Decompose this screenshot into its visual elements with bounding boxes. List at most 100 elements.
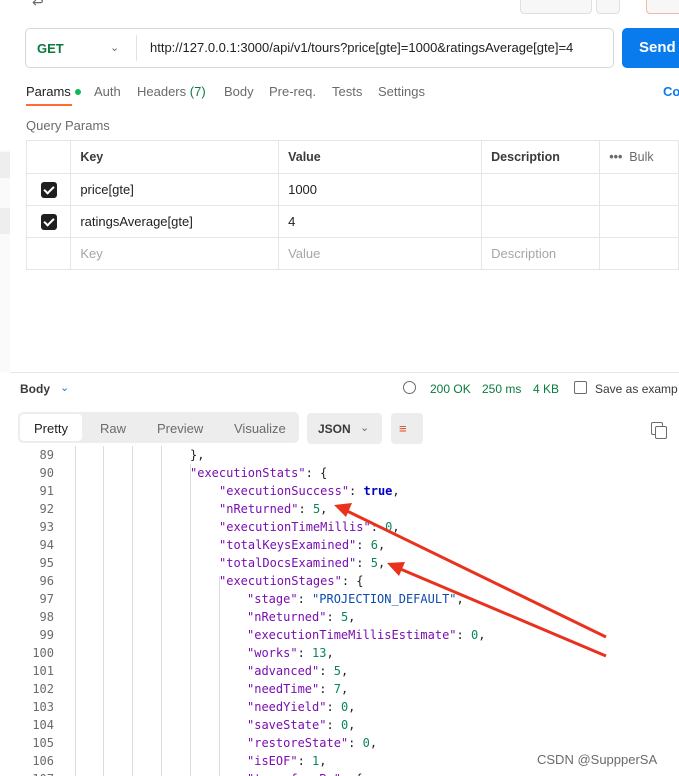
- line-number: 99: [39, 628, 54, 642]
- line-number: 97: [39, 592, 54, 606]
- line-number: 90: [39, 466, 54, 480]
- code-line: 101 "advanced": 5,: [0, 662, 679, 680]
- code-text: "executionTimeMillis": 0,: [219, 520, 400, 534]
- tab-raw[interactable]: Raw: [100, 421, 126, 436]
- code-line: 100 "works": 13,: [0, 644, 679, 662]
- copy-icon-front: [655, 426, 667, 439]
- more-icon[interactable]: •••: [609, 150, 622, 164]
- line-number: 98: [39, 610, 54, 624]
- new-description-field[interactable]: Description: [481, 237, 601, 270]
- response-body-tab[interactable]: Body: [20, 382, 50, 396]
- table-row: ratingsAverage[gte] 4: [25, 205, 679, 238]
- save-as-example-button[interactable]: Save as examp: [595, 382, 678, 396]
- code-line: 99 "executionTimeMillisEstimate": 0,: [0, 626, 679, 644]
- code-line: 102 "needTime": 7,: [0, 680, 679, 698]
- line-number: 106: [32, 754, 54, 768]
- code-line: 104 "saveState": 0,: [0, 716, 679, 734]
- tab-pretty[interactable]: Pretty: [34, 421, 68, 436]
- line-number: 102: [32, 682, 54, 696]
- query-params-table: Key Value Description ••• Bulk price[gte…: [25, 140, 679, 270]
- code-text: "needYield": 0,: [247, 700, 356, 714]
- status-badge[interactable]: 200 OK: [430, 382, 471, 396]
- new-value-field[interactable]: Value: [278, 237, 483, 270]
- code-text: "needTime": 7,: [247, 682, 349, 696]
- row-checkbox-cell: [25, 205, 72, 238]
- cookies-link[interactable]: Co: [663, 84, 679, 99]
- tab-prereq[interactable]: Pre-req.: [269, 84, 316, 99]
- tab-body[interactable]: Body: [224, 84, 254, 99]
- code-text: "executionStages": {: [219, 574, 364, 588]
- back-icon[interactable]: ↩: [32, 0, 44, 11]
- param-description-cell[interactable]: [481, 173, 601, 206]
- new-key-field[interactable]: Key: [70, 237, 280, 270]
- tab-settings[interactable]: Settings: [378, 84, 425, 99]
- param-actions-cell: [599, 173, 679, 206]
- header-value: Value: [278, 140, 483, 174]
- bulk-edit-link[interactable]: Bulk: [629, 150, 653, 164]
- top-toolbar-button[interactable]: [520, 0, 592, 14]
- line-number: 93: [39, 520, 54, 534]
- code-text: "totalKeysExamined": 6,: [219, 538, 386, 552]
- param-value-cell[interactable]: 1000: [278, 173, 483, 206]
- param-value-cell[interactable]: 4: [278, 205, 483, 238]
- header-actions: ••• Bulk: [599, 140, 679, 174]
- tab-visualize[interactable]: Visualize: [234, 421, 286, 436]
- wrap-lines-button[interactable]: [391, 413, 423, 444]
- format-select-label: JSON: [318, 422, 351, 436]
- row-checkbox[interactable]: [41, 182, 57, 198]
- header-description: Description: [481, 140, 601, 174]
- tab-preview[interactable]: Preview: [157, 421, 203, 436]
- code-line: 94 "totalKeysExamined": 6,: [0, 536, 679, 554]
- row-checkbox[interactable]: [41, 214, 57, 230]
- tab-auth[interactable]: Auth: [94, 84, 121, 99]
- line-number: 101: [32, 664, 54, 678]
- tab-headers[interactable]: Headers (7): [137, 84, 206, 99]
- response-size[interactable]: 4 KB: [533, 382, 559, 396]
- chevron-down-icon[interactable]: ⌄: [110, 41, 119, 54]
- code-text: "executionStats": {: [190, 466, 328, 480]
- request-bar: GET ⌄ http://127.0.0.1:3000/api/v1/tours…: [25, 28, 614, 68]
- method-divider: [136, 35, 137, 61]
- line-number: 91: [39, 484, 54, 498]
- top-toolbar-edit[interactable]: [646, 0, 679, 14]
- code-text: "nReturned": 5,: [247, 610, 356, 624]
- line-number: 103: [32, 700, 54, 714]
- code-line: 97 "stage": "PROJECTION_DEFAULT",: [0, 590, 679, 608]
- method-select[interactable]: GET: [37, 41, 64, 56]
- save-icon[interactable]: [574, 381, 587, 394]
- param-actions-cell: [599, 205, 679, 238]
- table-header-row: Key Value Description ••• Bulk: [25, 140, 679, 174]
- code-line: 95 "totalDocsExamined": 5,: [0, 554, 679, 572]
- line-number: 100: [32, 646, 54, 660]
- chevron-down-icon[interactable]: ⌄: [360, 421, 369, 434]
- response-time[interactable]: 250 ms: [482, 382, 521, 396]
- row-checkbox-cell: [25, 237, 72, 270]
- top-toolbar-dropdown[interactable]: [596, 0, 620, 14]
- code-line: 93 "executionTimeMillis": 0,: [0, 518, 679, 536]
- gutter-mark: [0, 152, 10, 178]
- pane-divider[interactable]: [10, 372, 679, 373]
- response-code-viewer[interactable]: 89}, 90 "executionStats": {91 "executionSuc…: [0, 446, 679, 776]
- code-text: },: [190, 448, 205, 462]
- header-key: Key: [70, 140, 280, 174]
- row-checkbox-cell: [25, 173, 72, 206]
- chevron-down-icon[interactable]: ⌄: [60, 381, 69, 394]
- code-line: 96 "executionStages": {: [0, 572, 679, 590]
- line-number: 104: [32, 718, 54, 732]
- headers-count: (7): [189, 84, 206, 99]
- send-button[interactable]: Send: [622, 28, 679, 68]
- tab-params[interactable]: Params: [26, 84, 81, 99]
- code-text: "isEOF": 1,: [247, 754, 327, 768]
- param-description-cell[interactable]: [481, 205, 601, 238]
- param-key-cell[interactable]: price[gte]: [70, 173, 280, 206]
- tab-tests[interactable]: Tests: [332, 84, 362, 99]
- code-text: "works": 13,: [247, 646, 334, 660]
- code-line: 98 "nReturned": 5,: [0, 608, 679, 626]
- param-key-cell[interactable]: ratingsAverage[gte]: [70, 205, 280, 238]
- globe-icon[interactable]: [403, 381, 416, 394]
- line-number: 92: [39, 502, 54, 516]
- line-number: 107: [0, 770, 54, 776]
- table-row: price[gte] 1000: [25, 173, 679, 206]
- url-input[interactable]: http://127.0.0.1:3000/api/v1/tours?price…: [150, 40, 573, 55]
- new-actions-cell: [599, 237, 679, 270]
